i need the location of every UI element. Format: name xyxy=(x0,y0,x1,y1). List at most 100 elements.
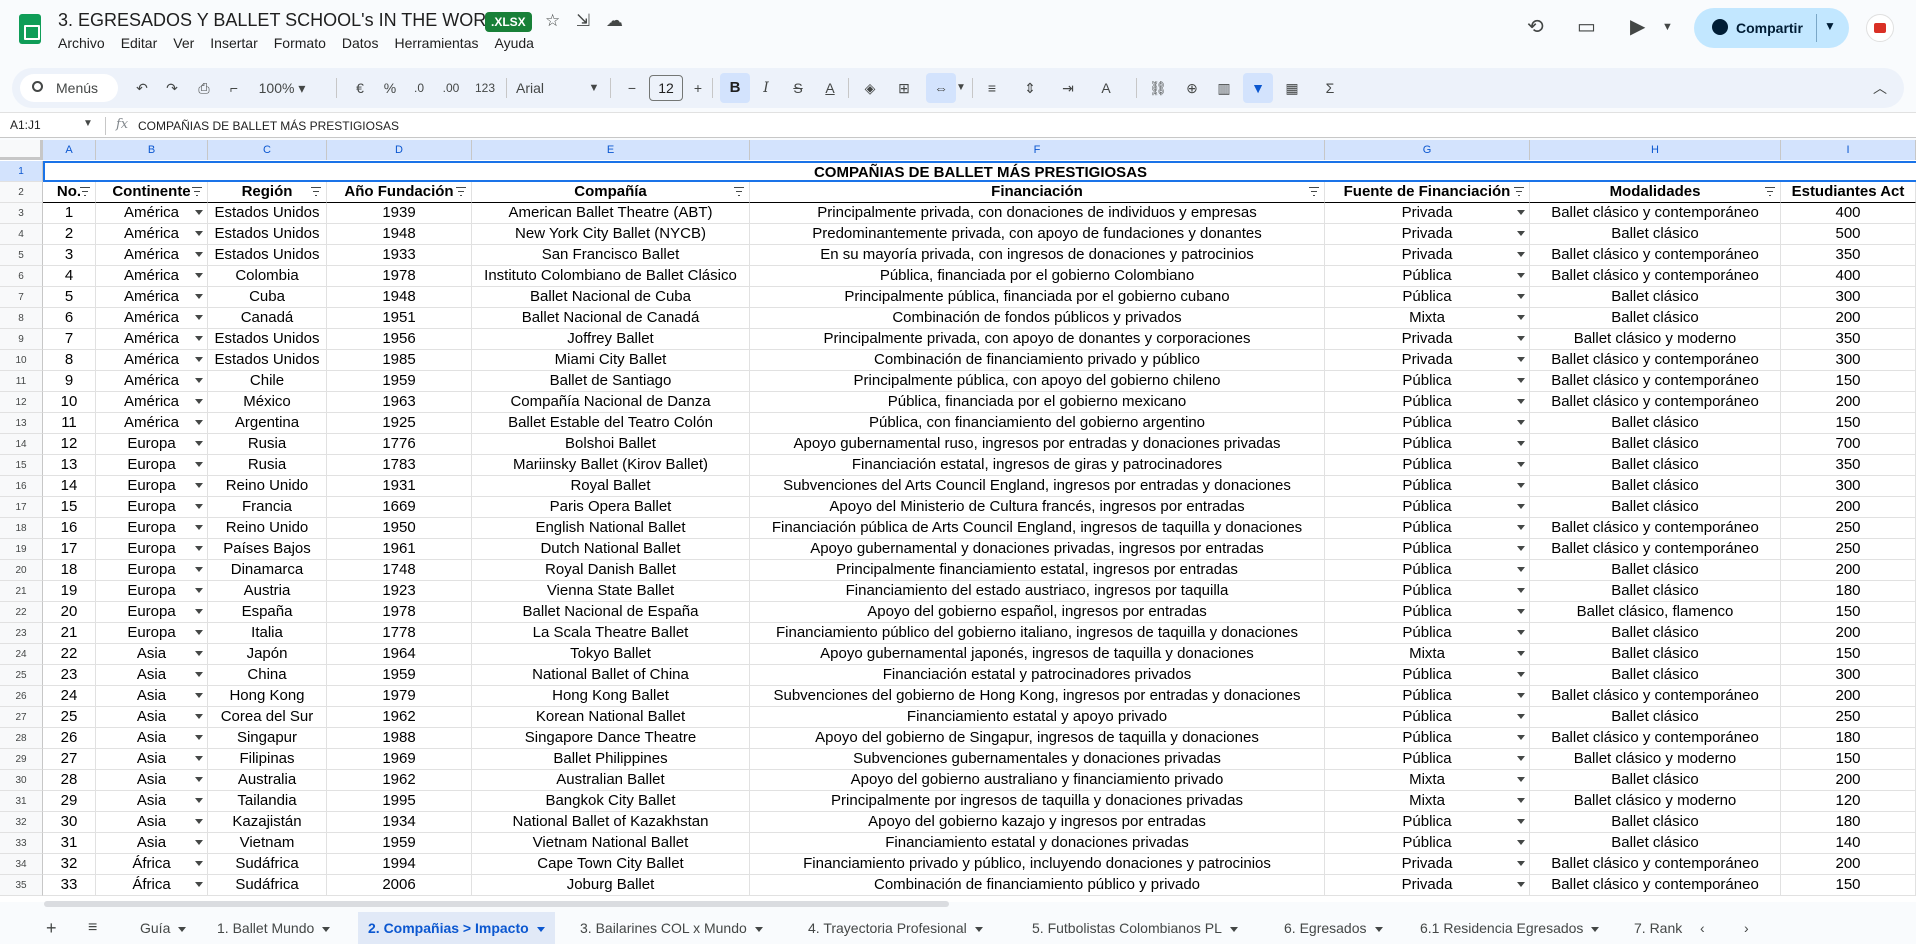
chevron-down-icon[interactable] xyxy=(1517,819,1525,824)
table-cell[interactable]: Pública, financiada por el gobierno mexi… xyxy=(750,392,1325,413)
chevron-down-icon[interactable] xyxy=(1517,210,1525,215)
menu-ver[interactable]: Ver xyxy=(173,35,194,51)
table-cell[interactable]: 2 xyxy=(43,224,96,245)
table-cell[interactable]: Ballet clásico y moderno xyxy=(1530,791,1781,812)
header-cell[interactable]: Financiación xyxy=(750,182,1325,203)
chevron-down-icon[interactable] xyxy=(1517,546,1525,551)
dropdown-cell[interactable]: Europa xyxy=(96,455,208,476)
table-cell[interactable]: National Ballet of China xyxy=(472,665,750,686)
dropdown-cell[interactable]: Asia xyxy=(96,791,208,812)
table-cell[interactable]: Ballet clásico xyxy=(1530,308,1781,329)
dropdown-cell[interactable]: Europa xyxy=(96,497,208,518)
table-cell[interactable]: Financiamiento privado y público, incluy… xyxy=(750,854,1325,875)
chevron-down-icon[interactable] xyxy=(195,672,203,677)
table-cell[interactable]: Combinación de fondos públicos y privado… xyxy=(750,308,1325,329)
table-cell[interactable]: Ballet clásico xyxy=(1530,707,1781,728)
table-cell[interactable]: Apoyo del gobierno español, ingresos por… xyxy=(750,602,1325,623)
chevron-down-icon[interactable] xyxy=(1517,315,1525,320)
table-cell[interactable]: 150 xyxy=(1781,749,1916,770)
dropdown-cell[interactable]: Pública xyxy=(1325,623,1530,644)
table-cell[interactable]: Apoyo gubernamental japonés, ingresos de… xyxy=(750,644,1325,665)
table-cell[interactable]: Financiamiento del estado austriaco, ing… xyxy=(750,581,1325,602)
table-cell[interactable]: Korean National Ballet xyxy=(472,707,750,728)
row-header[interactable]: 20 xyxy=(0,560,43,581)
table-cell[interactable]: 180 xyxy=(1781,812,1916,833)
table-cell[interactable]: Combinación de financiamiento público y … xyxy=(750,875,1325,896)
tab-chevron-down-icon[interactable] xyxy=(178,926,187,932)
table-cell[interactable]: Instituto Colombiano de Ballet Clásico xyxy=(472,266,750,287)
table-cell[interactable]: 1925 xyxy=(327,413,472,434)
text-color-button[interactable]: A xyxy=(818,68,842,108)
table-cell[interactable]: Financiación estatal, ingresos de giras … xyxy=(750,455,1325,476)
row-header[interactable]: 28 xyxy=(0,728,43,749)
table-cell[interactable]: Compañía Nacional de Danza xyxy=(472,392,750,413)
dropdown-cell[interactable]: Pública xyxy=(1325,707,1530,728)
chevron-down-icon[interactable] xyxy=(195,777,203,782)
chevron-down-icon[interactable] xyxy=(195,735,203,740)
table-cell[interactable]: 700 xyxy=(1781,434,1916,455)
table-cell[interactable]: Apoyo del gobierno de Singapur, ingresos… xyxy=(750,728,1325,749)
table-cell[interactable]: 1959 xyxy=(327,371,472,392)
table-cell[interactable]: 6 xyxy=(43,308,96,329)
table-cell[interactable]: Estados Unidos xyxy=(208,203,327,224)
table-cell[interactable]: Ballet Nacional de España xyxy=(472,602,750,623)
table-cell[interactable]: Apoyo gubernamental y donaciones privada… xyxy=(750,539,1325,560)
table-cell[interactable]: Singapore Dance Theatre xyxy=(472,728,750,749)
chevron-down-icon[interactable] xyxy=(1517,651,1525,656)
table-cell[interactable]: En su mayoría privada, con ingresos de d… xyxy=(750,245,1325,266)
table-cell[interactable]: 300 xyxy=(1781,287,1916,308)
chevron-down-icon[interactable] xyxy=(195,882,203,887)
chevron-down-icon[interactable] xyxy=(195,819,203,824)
table-cell[interactable]: Financiamiento público del gobierno ital… xyxy=(750,623,1325,644)
header-cell[interactable]: No. xyxy=(43,182,96,203)
table-cell[interactable]: 350 xyxy=(1781,455,1916,476)
table-cell[interactable]: 200 xyxy=(1781,623,1916,644)
sheet-tab[interactable]: Guía xyxy=(130,912,196,944)
italic-button[interactable]: I xyxy=(754,68,778,108)
table-cell[interactable]: 150 xyxy=(1781,602,1916,623)
chevron-down-icon[interactable] xyxy=(195,609,203,614)
dropdown-cell[interactable]: Pública xyxy=(1325,455,1530,476)
column-header[interactable]: G xyxy=(1325,140,1530,160)
tab-chevron-down-icon[interactable] xyxy=(754,926,763,932)
table-cell[interactable]: 1995 xyxy=(327,791,472,812)
chevron-down-icon[interactable] xyxy=(195,861,203,866)
sheet-tab[interactable]: 5. Futbolistas Colombianos PL xyxy=(1022,912,1248,944)
row-header[interactable]: 32 xyxy=(0,812,43,833)
dropdown-cell[interactable]: Privada xyxy=(1325,224,1530,245)
chevron-down-icon[interactable] xyxy=(195,525,203,530)
row-header[interactable]: 6 xyxy=(0,266,43,287)
table-cell[interactable]: 200 xyxy=(1781,770,1916,791)
row-header[interactable]: 9 xyxy=(0,329,43,350)
table-cell[interactable]: Ballet clásico xyxy=(1530,833,1781,854)
chevron-down-icon[interactable] xyxy=(195,315,203,320)
dropdown-cell[interactable]: Pública xyxy=(1325,686,1530,707)
table-cell[interactable]: Ballet clásico y contemporáneo xyxy=(1530,350,1781,371)
table-cell[interactable]: Hong Kong xyxy=(208,686,327,707)
row-header[interactable]: 11 xyxy=(0,371,43,392)
row-header[interactable]: 1 xyxy=(0,161,43,182)
dropdown-cell[interactable]: América xyxy=(96,413,208,434)
table-cell[interactable]: Dinamarca xyxy=(208,560,327,581)
dropdown-cell[interactable]: Pública xyxy=(1325,518,1530,539)
table-cell[interactable]: 1969 xyxy=(327,749,472,770)
dropdown-cell[interactable]: Privada xyxy=(1325,329,1530,350)
dropdown-cell[interactable]: Privada xyxy=(1325,875,1530,896)
dropdown-cell[interactable]: Pública xyxy=(1325,392,1530,413)
table-cell[interactable]: Apoyo gubernamental ruso, ingresos por e… xyxy=(750,434,1325,455)
row-header[interactable]: 27 xyxy=(0,707,43,728)
filter-icon[interactable] xyxy=(311,187,321,196)
dropdown-cell[interactable]: Asia xyxy=(96,644,208,665)
text-wrap-icon[interactable]: ⇥ xyxy=(1056,68,1080,108)
table-cell[interactable]: Combinación de financiamiento privado y … xyxy=(750,350,1325,371)
column-header[interactable]: A xyxy=(43,140,96,160)
dropdown-cell[interactable]: Pública xyxy=(1325,560,1530,581)
tab-chevron-down-icon[interactable] xyxy=(322,926,331,932)
header-cell[interactable]: Modalidades xyxy=(1530,182,1781,203)
row-header[interactable]: 17 xyxy=(0,497,43,518)
table-cell[interactable]: 1950 xyxy=(327,518,472,539)
filter-views-icon[interactable]: ▦ xyxy=(1280,68,1304,108)
functions-button[interactable]: Σ xyxy=(1318,68,1342,108)
dropdown-cell[interactable]: Pública xyxy=(1325,539,1530,560)
dropdown-cell[interactable]: Asia xyxy=(96,686,208,707)
